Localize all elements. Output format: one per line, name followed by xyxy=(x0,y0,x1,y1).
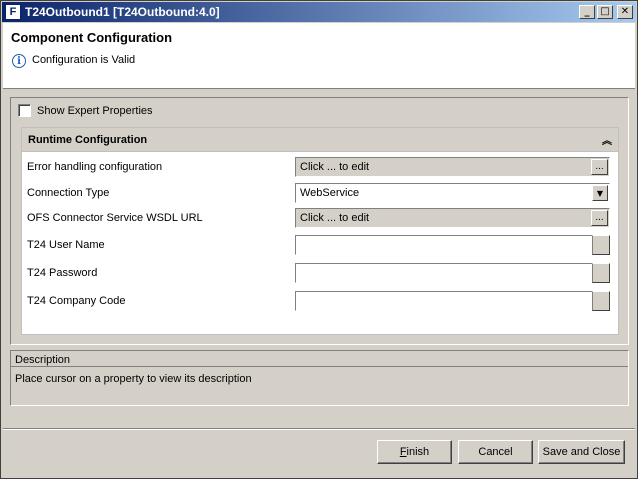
password-side-button[interactable] xyxy=(592,263,610,283)
ellipsis-icon: ... xyxy=(595,161,604,172)
connection-type-select[interactable]: WebService ▼ xyxy=(295,183,610,203)
company-code-field[interactable] xyxy=(295,291,610,311)
close-button[interactable]: ✕ xyxy=(617,5,633,19)
minimize-icon: _ xyxy=(584,6,590,17)
password-input[interactable] xyxy=(296,264,592,282)
user-name-input[interactable] xyxy=(296,236,592,254)
finish-label: Finish xyxy=(399,446,430,458)
company-code-side-button[interactable] xyxy=(592,291,610,311)
minimize-button[interactable]: _ xyxy=(579,5,595,19)
description-box: Description Place cursor on a property t… xyxy=(10,350,629,406)
property-label: T24 Company Code xyxy=(27,295,126,307)
dialog-window: F T24Outbound1 [T24Outbound:4.0] _ □ ✕ C… xyxy=(0,0,638,479)
wsdl-url-field[interactable]: Click ... to edit ... xyxy=(295,208,610,228)
dropdown-button[interactable]: ▼ xyxy=(592,185,608,201)
user-name-field[interactable] xyxy=(295,235,610,255)
property-row-error-handling: Error handling configuration Click ... t… xyxy=(22,156,618,178)
maximize-button[interactable]: □ xyxy=(597,5,613,19)
user-name-side-button[interactable] xyxy=(592,235,610,255)
property-value: WebService xyxy=(300,187,360,199)
cancel-label: Cancel xyxy=(478,446,513,458)
show-expert-label[interactable]: Show Expert Properties xyxy=(37,105,153,117)
property-row-connection-type: Connection Type WebService ▼ xyxy=(22,182,618,204)
app-icon: F xyxy=(5,4,21,20)
save-and-close-label: Save and Close xyxy=(542,446,621,458)
property-label: Connection Type xyxy=(27,187,110,199)
close-icon: ✕ xyxy=(620,6,630,17)
show-expert-option[interactable]: Show Expert Properties xyxy=(18,104,153,117)
dialog-header: Component Configuration i Configuration … xyxy=(3,23,635,89)
chevron-double-up-icon[interactable]: ︽ xyxy=(602,132,612,147)
window-controls: _ □ ✕ xyxy=(579,5,633,19)
section-title: Runtime Configuration xyxy=(28,133,148,146)
company-code-input[interactable] xyxy=(296,292,592,310)
properties-panel: Show Expert Properties Runtime Configura… xyxy=(10,97,629,345)
finish-button[interactable]: Finish xyxy=(377,440,452,464)
property-row-wsdl-url: OFS Connector Service WSDL URL Click ...… xyxy=(22,207,618,229)
property-label: T24 Password xyxy=(27,267,98,279)
info-icon: i xyxy=(12,54,26,68)
property-value: Click ... to edit xyxy=(300,161,370,173)
section-header[interactable]: Runtime Configuration ︽ xyxy=(22,128,618,152)
footer-divider xyxy=(3,428,635,430)
property-value: Click ... to edit xyxy=(300,212,370,224)
property-label: T24 User Name xyxy=(27,239,105,251)
page-title: Component Configuration xyxy=(11,30,173,45)
ellipsis-button[interactable]: ... xyxy=(591,159,608,175)
window-title: T24Outbound1 [T24Outbound:4.0] xyxy=(25,5,220,19)
show-expert-checkbox[interactable] xyxy=(18,104,31,117)
password-field[interactable] xyxy=(295,263,610,283)
status-message: Configuration is Valid xyxy=(32,54,136,66)
maximize-icon: □ xyxy=(600,6,610,17)
description-title: Description xyxy=(15,354,71,366)
description-text: Place cursor on a property to view its d… xyxy=(15,373,252,385)
title-bar: F T24Outbound1 [T24Outbound:4.0] _ □ ✕ xyxy=(2,2,636,22)
chevron-down-icon: ▼ xyxy=(596,188,604,198)
description-divider xyxy=(11,366,628,367)
runtime-configuration-section: Runtime Configuration ︽ Error handling c… xyxy=(21,127,619,335)
property-row-password: T24 Password xyxy=(22,262,618,284)
cancel-button[interactable]: Cancel xyxy=(458,440,533,464)
ellipsis-icon: ... xyxy=(595,212,604,223)
property-label: Error handling configuration xyxy=(27,161,163,173)
property-row-company-code: T24 Company Code xyxy=(22,290,618,312)
property-label: OFS Connector Service WSDL URL xyxy=(27,212,203,224)
property-row-user-name: T24 User Name xyxy=(22,234,618,256)
save-and-close-button[interactable]: Save and Close xyxy=(538,440,625,464)
error-handling-field[interactable]: Click ... to edit ... xyxy=(295,157,610,177)
ellipsis-button[interactable]: ... xyxy=(591,210,608,226)
